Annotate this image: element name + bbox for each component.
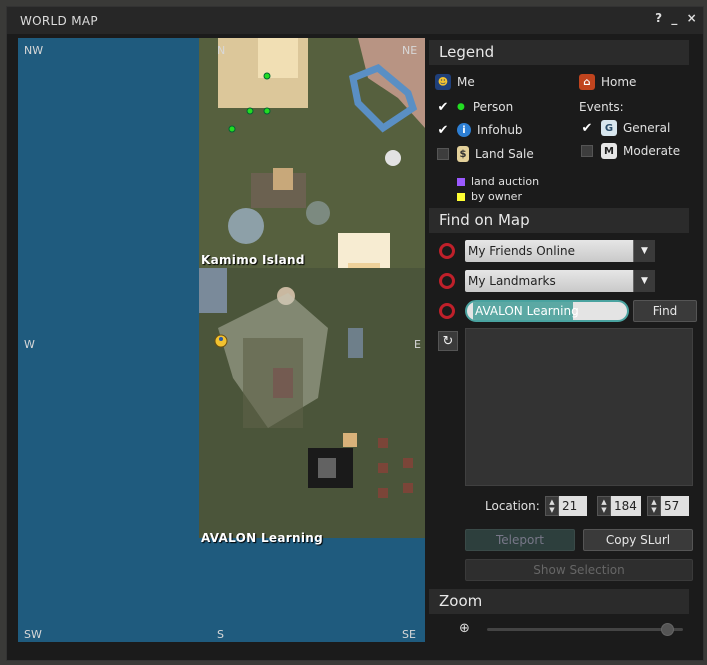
location-label: Location: — [485, 499, 540, 513]
close-icon[interactable]: × — [687, 11, 697, 25]
legend-land-sale-checkbox[interactable]: $ Land Sale — [437, 146, 534, 162]
landmarks-combo[interactable]: My Landmarks ▼ — [465, 270, 655, 292]
checkmark-icon: ✔ — [437, 99, 449, 115]
location-y-stepper[interactable]: ▲ ▼ 184 — [597, 496, 641, 516]
land-sale-icon: $ — [457, 146, 469, 162]
legend-by-owner: by owner — [457, 190, 522, 203]
refresh-icon[interactable]: ↻ — [438, 331, 458, 351]
legend-land-auction: land auction — [457, 175, 539, 188]
chevron-down-icon[interactable]: ▼ — [633, 270, 655, 292]
legend-person-checkbox[interactable]: ✔ ● Person — [437, 99, 514, 115]
stepper-arrows-icon[interactable]: ▲ ▼ — [647, 496, 661, 516]
owner-swatch-icon — [457, 192, 465, 201]
landmarks-status-icon[interactable] — [439, 273, 455, 289]
location-x-stepper[interactable]: ▲ ▼ 21 — [545, 496, 587, 516]
compass-se: SE — [402, 628, 416, 641]
auction-swatch-icon — [457, 177, 465, 186]
general-event-icon: G — [601, 120, 617, 136]
side-panel: Legend ☻ Me ⌂ Home ✔ ● Person Events: ✔ … — [429, 38, 699, 658]
checkbox-empty-icon — [581, 145, 593, 157]
me-icon: ☻ — [435, 74, 451, 90]
compass-s: S — [217, 628, 224, 641]
events-moderate-checkbox[interactable]: M Moderate — [581, 143, 680, 159]
zoom-slider-track[interactable] — [487, 628, 683, 631]
search-results-list[interactable] — [465, 328, 693, 486]
compass-ne: NE — [402, 44, 418, 57]
world-map-window: WORLD MAP ? _ × NW N NE W E SW S SE Kami… — [6, 6, 704, 661]
friends-status-icon[interactable] — [439, 243, 455, 259]
legend-me[interactable]: ☻ Me — [435, 74, 475, 90]
title-bar[interactable]: WORLD MAP ? _ × — [7, 7, 703, 34]
chevron-down-icon[interactable]: ▼ — [633, 240, 655, 262]
map-view[interactable]: NW N NE W E SW S SE Kamimo Island AVALON… — [18, 38, 425, 642]
home-icon: ⌂ — [579, 74, 595, 90]
checkmark-icon: ✔ — [437, 122, 449, 138]
search-status-icon[interactable] — [439, 303, 455, 319]
compass-e: E — [414, 338, 421, 351]
legend-header: Legend — [429, 40, 689, 65]
teleport-button[interactable]: Teleport — [465, 529, 575, 551]
find-button[interactable]: Find — [633, 300, 697, 322]
zoom-header: Zoom — [429, 589, 689, 614]
show-selection-button[interactable]: Show Selection — [465, 559, 693, 581]
events-general-checkbox[interactable]: ✔ G General — [581, 120, 670, 136]
minimize-icon[interactable]: _ — [671, 11, 677, 25]
checkbox-empty-icon — [437, 148, 449, 160]
compass-nw: NW — [24, 44, 44, 57]
window-title: WORLD MAP — [20, 13, 98, 28]
region-label-kamimo: Kamimo Island — [201, 253, 305, 267]
search-input[interactable]: AVALON Learning — [465, 300, 629, 322]
location-z-stepper[interactable]: ▲ ▼ 57 — [647, 496, 689, 516]
events-label: Events: — [579, 100, 624, 114]
compass-n: N — [217, 44, 226, 57]
compass-w: W — [24, 338, 35, 351]
help-icon[interactable]: ? — [655, 11, 662, 25]
region-label-avalon: AVALON Learning — [201, 531, 323, 545]
person-dot-icon: ● — [457, 102, 465, 112]
compass-sw: SW — [24, 628, 42, 641]
legend-home[interactable]: ⌂ Home — [579, 74, 636, 90]
zoom-slider-handle[interactable] — [660, 623, 674, 636]
stepper-arrows-icon[interactable]: ▲ ▼ — [597, 496, 611, 516]
legend-infohub-checkbox[interactable]: ✔ i Infohub — [437, 122, 523, 138]
map-terrain — [199, 38, 425, 538]
copy-slurl-button[interactable]: Copy SLurl — [583, 529, 693, 551]
find-header: Find on Map — [429, 208, 689, 233]
stepper-arrows-icon[interactable]: ▲ ▼ — [545, 496, 559, 516]
friends-combo[interactable]: My Friends Online ▼ — [465, 240, 655, 262]
info-icon: i — [457, 123, 471, 137]
checkmark-icon: ✔ — [581, 120, 593, 136]
zoom-in-icon[interactable]: ⊕ — [459, 621, 470, 636]
moderate-event-icon: M — [601, 143, 617, 159]
